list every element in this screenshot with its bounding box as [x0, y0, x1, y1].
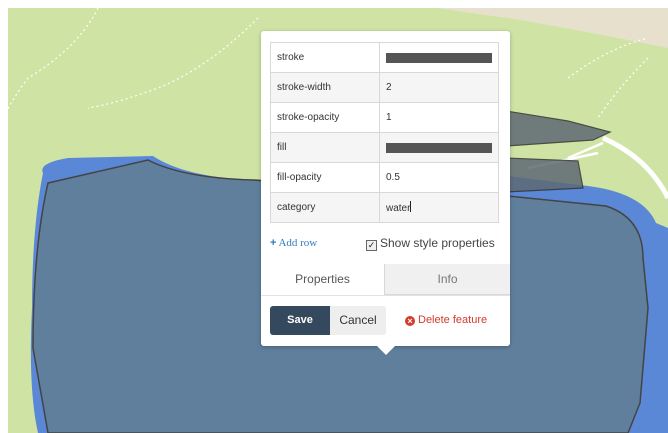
color-swatch[interactable]: [386, 142, 492, 153]
table-row: stroke: [270, 42, 499, 73]
property-value-cell[interactable]: 0.5: [379, 162, 499, 193]
show-style-checkbox[interactable]: ✓: [366, 240, 377, 251]
tab-info[interactable]: Info: [384, 264, 510, 295]
property-value: 0.5: [386, 172, 400, 183]
table-row: stroke-width 2: [270, 72, 499, 103]
properties-table: stroke stroke-width 2 stroke-opacity 1 f…: [270, 42, 499, 223]
property-key-cell[interactable]: category: [270, 192, 380, 223]
property-key-cell[interactable]: fill: [270, 132, 380, 163]
dock-feature: [505, 157, 584, 193]
property-value: water: [386, 203, 411, 214]
add-row-label: Add row: [278, 237, 318, 249]
save-button[interactable]: Save: [270, 306, 330, 335]
table-row: fill-opacity 0.5: [270, 162, 499, 193]
show-style-toggle[interactable]: ✓ Show style properties: [366, 236, 495, 251]
table-row: fill: [270, 132, 499, 163]
property-value-cell[interactable]: [379, 42, 499, 73]
divider: [261, 295, 510, 296]
property-value-cell[interactable]: water: [379, 192, 499, 223]
color-swatch[interactable]: [386, 52, 492, 63]
property-value-cell[interactable]: 1: [379, 102, 499, 133]
popup-tabs: Properties Info: [261, 264, 510, 295]
tab-properties[interactable]: Properties: [261, 264, 384, 295]
text-caret: [410, 201, 412, 212]
property-key-cell[interactable]: stroke: [270, 42, 380, 73]
property-value: 1: [386, 112, 392, 123]
property-key: category: [277, 202, 316, 213]
property-key: fill-opacity: [277, 172, 322, 183]
delete-feature-label: Delete feature: [418, 314, 488, 326]
property-key-cell[interactable]: stroke-width: [270, 72, 380, 103]
cancel-button[interactable]: Cancel: [330, 306, 386, 335]
delete-feature-button[interactable]: × Delete feature: [405, 306, 487, 335]
property-key: stroke: [277, 52, 305, 63]
property-value: 2: [386, 82, 392, 93]
property-value-cell[interactable]: 2: [379, 72, 499, 103]
property-key-cell[interactable]: stroke-opacity: [270, 102, 380, 133]
add-row-button[interactable]: + Add row: [270, 237, 317, 249]
times-circle-icon: ×: [405, 316, 415, 326]
plus-icon: +: [270, 237, 277, 249]
property-key: stroke-width: [277, 82, 331, 93]
property-key: fill: [277, 142, 287, 153]
feature-popup: stroke stroke-width 2 stroke-opacity 1 f…: [261, 31, 510, 346]
popup-arrow: [376, 345, 396, 355]
property-value-cell[interactable]: [379, 132, 499, 163]
property-key-cell[interactable]: fill-opacity: [270, 162, 380, 193]
property-key: stroke-opacity: [277, 112, 340, 123]
table-row: stroke-opacity 1: [270, 102, 499, 133]
table-row: category water: [270, 192, 499, 223]
show-style-label: Show style properties: [380, 236, 495, 250]
